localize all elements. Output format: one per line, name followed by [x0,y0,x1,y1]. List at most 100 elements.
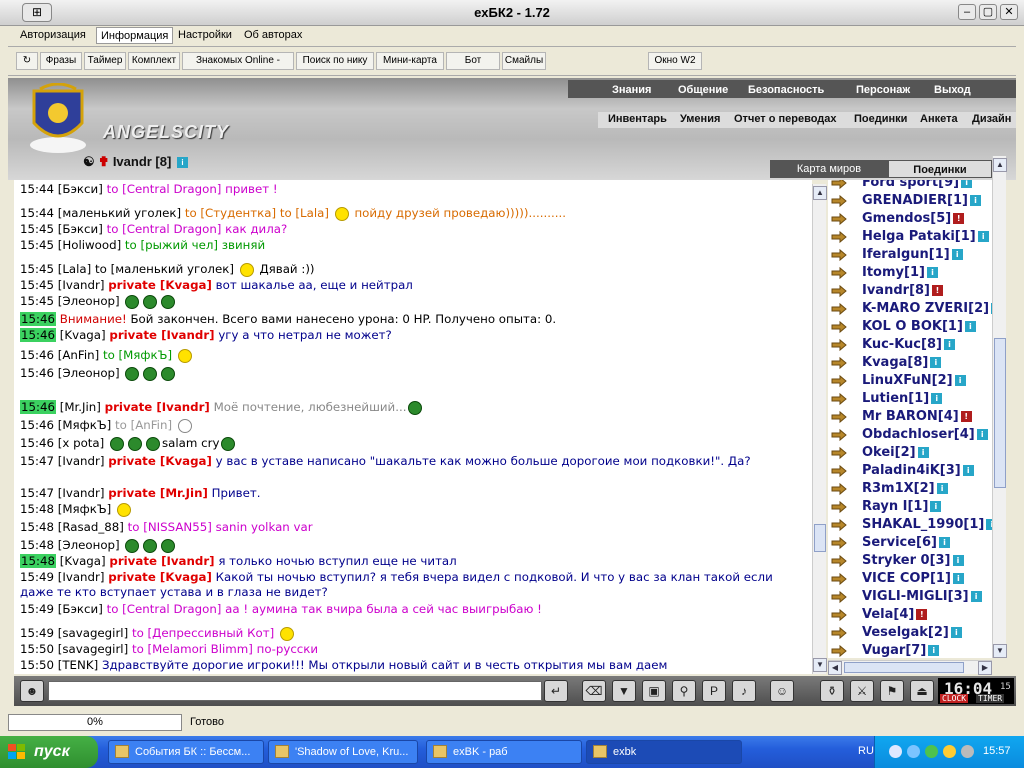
private-message-icon[interactable] [831,266,847,280]
nav-inventory[interactable]: Инвентарь [608,113,667,125]
save-icon[interactable]: ▣ [642,680,666,702]
task-button-4[interactable]: exbk [586,740,742,764]
flag-icon[interactable]: ⚑ [880,680,904,702]
world-map-button[interactable]: Карта миров [770,160,888,178]
nav-design[interactable]: Дизайн [972,113,1011,125]
message-recipient[interactable]: to [маленький уголек] [95,262,234,276]
userlist-scroll-thumb[interactable] [994,338,1006,488]
tray-arrow-icon[interactable] [889,745,902,758]
user-info-icon[interactable]: ! [953,213,965,224]
nav-security[interactable]: Безопасность [748,84,824,96]
friends-online-button[interactable]: Знакомых Online - [182,52,294,70]
user-list-item[interactable]: Lutien[1] i [828,390,992,408]
user-name[interactable]: Vugar[7] i [862,643,940,658]
user-name[interactable]: R3m1X[2] i [862,481,948,496]
private-message-icon[interactable] [831,410,847,424]
chat-scroll-thumb[interactable] [814,524,826,552]
user-info-icon[interactable]: i [961,180,973,188]
message-author[interactable]: [Элеонор] [58,538,120,552]
user-list-item[interactable]: K-MARO ZVERI[2]i [828,300,992,318]
kit-button[interactable]: Комплект [128,52,180,70]
message-author[interactable]: [Mr.Jin] [60,400,101,414]
user-name[interactable]: Helga Pataki[1] i [862,229,989,244]
message-recipient[interactable]: private [Ivandr] [109,328,214,342]
private-message-icon[interactable] [831,180,847,190]
private-message-icon[interactable] [831,374,847,388]
message-recipient[interactable]: to [МяфкЪ] [103,348,172,362]
user-name[interactable]: VICE COP[1] i [862,571,964,586]
private-message-icon[interactable] [831,554,847,568]
bag-icon[interactable]: ⚱ [820,680,844,702]
user-name[interactable]: VIGLI-MIGLI[3] i [862,589,982,604]
chat-scrollbar[interactable]: ▲ ▼ [812,184,827,674]
message-recipient[interactable]: private [Kvaga] [108,454,212,468]
menu-information[interactable]: Информация [96,27,174,44]
user-list-item[interactable]: Vela[4]! [828,606,992,624]
private-message-icon[interactable] [831,572,847,586]
user-nick[interactable]: Ford sport [862,180,938,190]
private-message-icon[interactable] [831,644,847,658]
user-info-icon[interactable]: i [930,501,942,512]
private-message-icon[interactable] [831,392,847,406]
private-message-icon[interactable] [831,212,847,226]
message-author[interactable]: [Holiwood] [58,238,121,252]
message-recipient[interactable]: to [Студентка] to [Lala] [185,206,329,220]
user-list-item[interactable]: Kuc-Kuc[8] i [828,336,992,354]
filter-icon[interactable]: ▼ [612,680,636,702]
user-info-icon[interactable]: i [917,447,929,458]
user-info-icon[interactable]: i [928,645,940,656]
message-author[interactable]: [Бэкси] [58,602,103,616]
message-recipient[interactable]: to [AnFin] [115,418,172,432]
user-info-icon[interactable]: ! [960,411,972,422]
message-author[interactable]: [Ivandr] [58,278,105,292]
user-list-item[interactable]: Veselgak[2] i [828,624,992,642]
user-info-icon[interactable]: i [952,573,964,584]
message-author[interactable]: [Элеонор] [58,294,120,308]
userlist-hscrollbar[interactable]: ◀ ▶ [828,660,992,675]
user-name[interactable]: SHAKAL_1990[1]i [862,517,992,532]
user-name[interactable]: Kuc-Kuc[8] i [862,337,955,352]
message-recipient[interactable]: to [Melamori Blimm] [132,642,253,656]
user-list-item[interactable]: R3m1X[2] i [828,480,992,498]
message-recipient[interactable]: to [Депрессивный Кот] [132,626,274,640]
message-author[interactable]: [Ivandr] [58,486,105,500]
user-nick[interactable]: Lutien [862,391,908,406]
private-message-icon[interactable] [831,608,847,622]
tray-security-icon[interactable] [925,745,938,758]
user-list-item[interactable]: VIGLI-MIGLI[3] i [828,588,992,606]
user-list-item[interactable]: Mr BARON[4]! [828,408,992,426]
tray-network-icon[interactable] [907,745,920,758]
user-info-icon[interactable]: i [952,555,964,566]
user-info-icon[interactable]: i [930,357,942,368]
message-recipient[interactable]: to [NISSAN55] [128,520,212,534]
message-recipient[interactable]: to [рыжий чел] [125,238,218,252]
message-author[interactable]: [Ivandr] [58,454,105,468]
user-list-item[interactable]: Helga Pataki[1] i [828,228,992,246]
user-list-item[interactable]: Ivandr[8]! [828,282,992,300]
user-nick[interactable]: SHAKAL_1990 [862,517,963,532]
menu-authorization[interactable]: Авторизация [16,27,90,44]
chat-scroll-down-icon[interactable]: ▼ [813,658,827,672]
user-list-item[interactable]: Okei[2] i [828,444,992,462]
user-info-icon[interactable]: i [962,465,974,476]
message-author[interactable]: [Kvaga] [60,554,106,568]
hscroll-thumb[interactable] [844,662,964,673]
smile-face-icon[interactable]: ☻ [20,680,44,702]
private-message-icon[interactable] [831,482,847,496]
window-w2-button[interactable]: Окно W2 [648,52,702,70]
timer-button[interactable]: Таймер [84,52,126,70]
user-list-item[interactable]: Vugar[7] i [828,642,992,658]
message-input[interactable] [48,681,542,701]
message-author[interactable]: [Kvaga] [60,328,106,342]
message-recipient[interactable]: private [Ivandr] [109,554,214,568]
user-name[interactable]: Paladin4iK[3] i [862,463,974,478]
message-author[interactable]: [Бэкси] [58,182,103,196]
user-name[interactable]: KOL O BOK[1] i [862,319,976,334]
user-nick[interactable]: Kvaga [862,355,907,370]
message-author[interactable]: [Бэкси] [58,222,103,236]
user-list-item[interactable]: VICE COP[1] i [828,570,992,588]
user-nick[interactable]: R3m1X [862,481,914,496]
user-name[interactable]: GRENADIER[1] i [862,193,981,208]
message-author[interactable]: [Ivandr] [58,570,105,584]
tray-device-icon[interactable] [961,745,974,758]
